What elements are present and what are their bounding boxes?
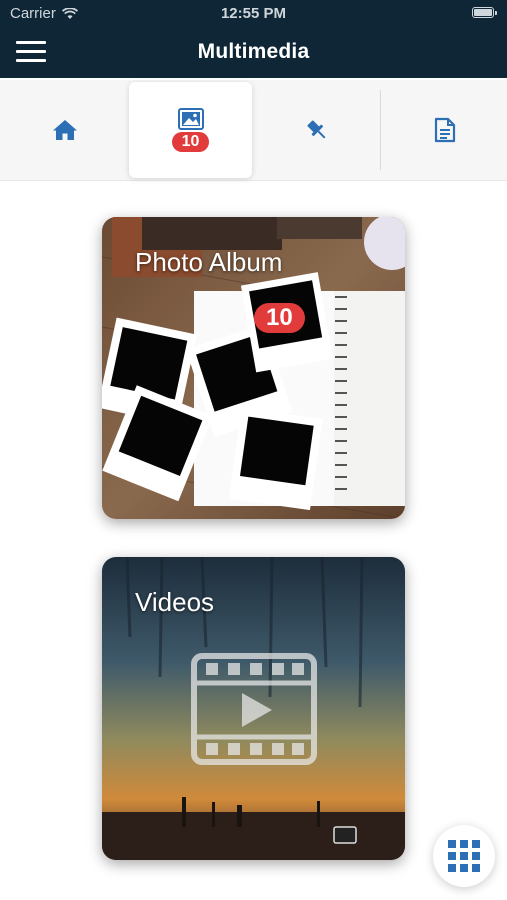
document-icon [434, 117, 456, 143]
videos-label: Videos [135, 587, 215, 617]
photo-album-label: Photo Album [135, 247, 283, 277]
battery-icon [472, 7, 497, 18]
tab-bar: 10 [0, 80, 507, 181]
grid-icon [448, 840, 480, 872]
tab-home[interactable] [2, 80, 128, 180]
tab-photos-badge: 10 [171, 132, 210, 152]
grid-menu-button[interactable] [433, 825, 495, 887]
photo-album-card[interactable]: Photo Album 10 [102, 217, 405, 519]
image-icon [177, 108, 204, 130]
tab-documents[interactable] [382, 80, 507, 180]
home-icon [53, 120, 77, 140]
tab-divider [380, 90, 381, 170]
tab-photos[interactable]: 10 [129, 82, 252, 178]
page-title: Multimedia [197, 40, 310, 63]
status-time: 12:55 PM [220, 5, 287, 22]
tab-pinned[interactable] [254, 80, 380, 180]
photo-album-badge: 10 [254, 303, 305, 333]
pin-icon [307, 120, 326, 139]
app-header: Carrier 12:55 PM Multimedia [0, 0, 507, 78]
videos-card[interactable]: Videos [102, 557, 405, 860]
